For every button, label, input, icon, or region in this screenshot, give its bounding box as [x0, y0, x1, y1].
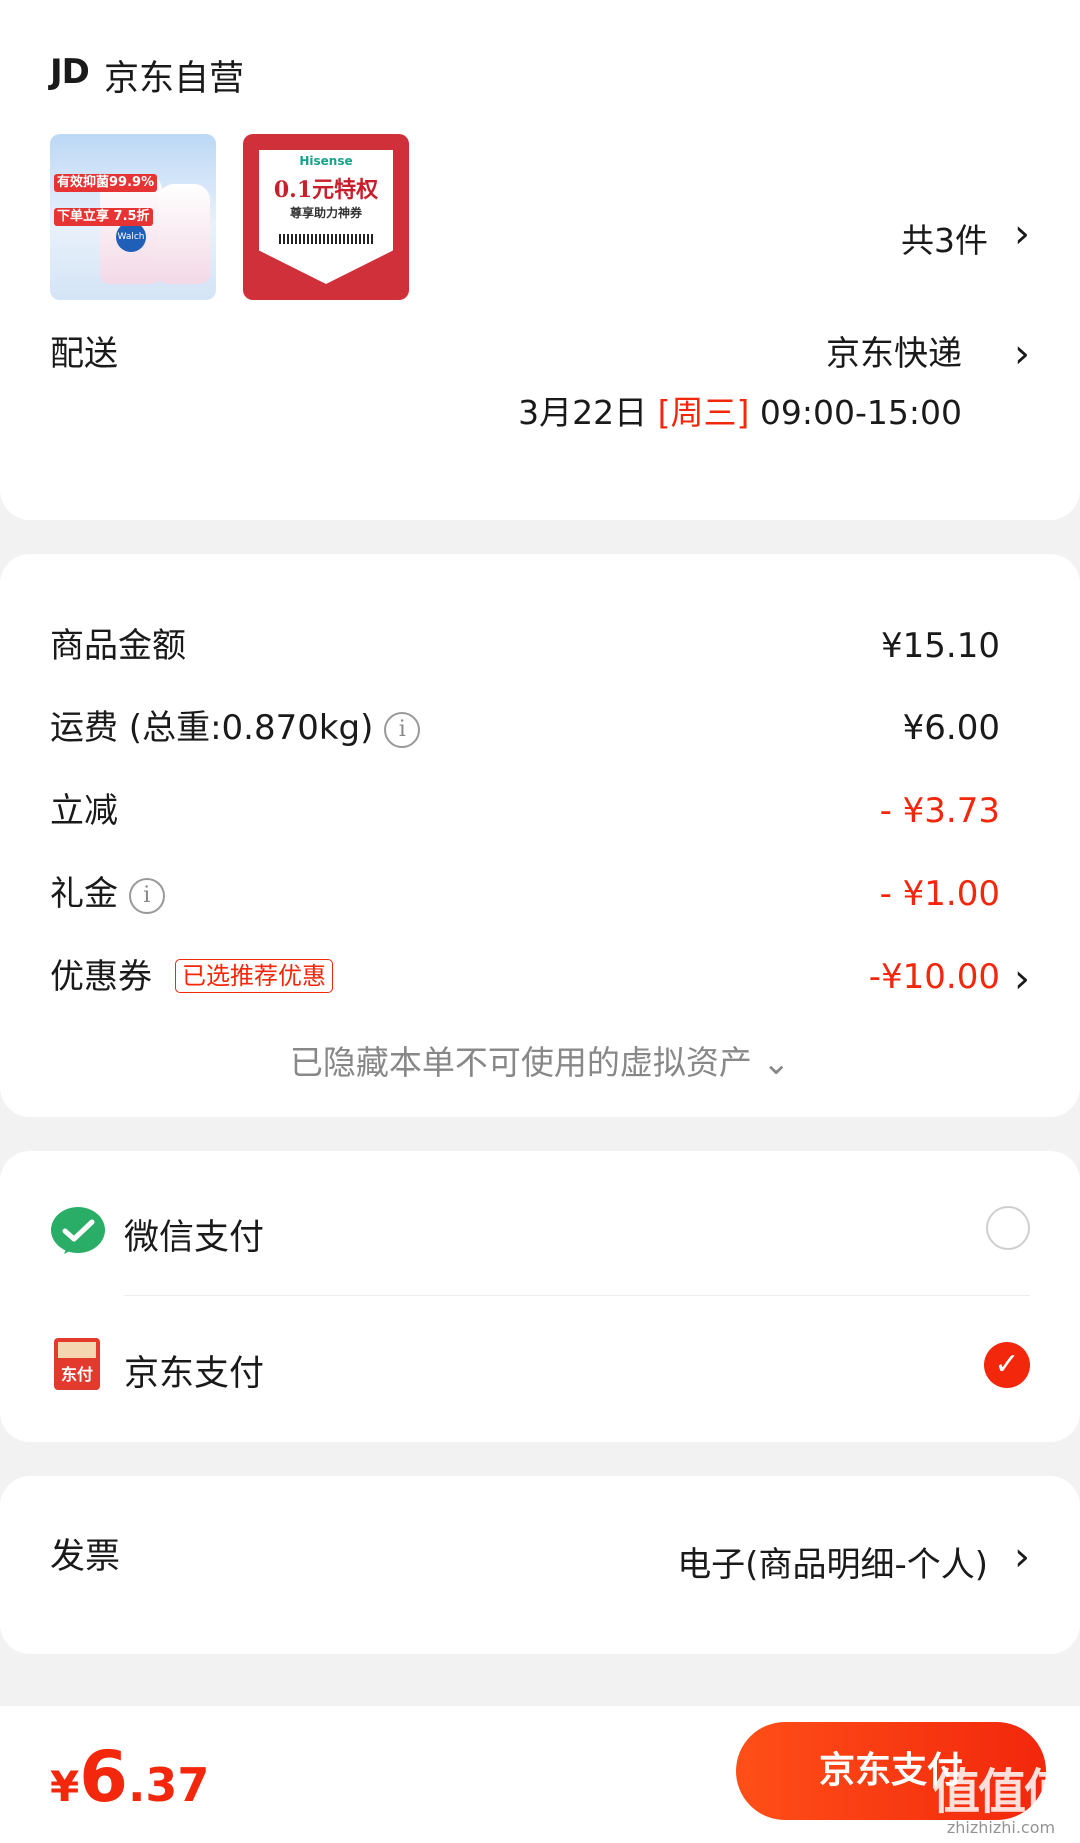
coupon-title: 0.1元特权: [273, 177, 379, 203]
delivery-time[interactable]: 3月22日 [周三] 09:00-15:00: [518, 386, 962, 434]
chevron-right-icon[interactable]: ›: [1014, 214, 1030, 254]
delivery-label: 配送: [50, 334, 118, 374]
coupon-subtitle: 尊享助力神券: [289, 206, 362, 220]
divider: [124, 1295, 1030, 1296]
currency-symbol: ¥: [50, 1762, 80, 1811]
watermark: 值值值 zhizhizhi.com: [931, 1764, 1072, 1837]
invoice-label: 发票: [50, 1537, 121, 1577]
product-thumbnail-coupon[interactable]: Hisense 0.1元特权 尊享助力神券: [243, 134, 409, 300]
goods-amount-value: ¥15.10: [881, 626, 1000, 666]
bottle-image: [158, 184, 210, 284]
barcode-graphic: [279, 234, 373, 244]
product-thumbnail-handwash[interactable]: Walch 有效抑菌99.9% 下单立享 7.5折: [50, 134, 216, 300]
total-decimal: .37: [127, 1758, 210, 1812]
coupon-brand: Hisense: [299, 154, 353, 168]
store-name: 京东自营: [104, 59, 245, 99]
jd-pay-icon: 东付: [54, 1338, 100, 1390]
wechat-pay-radio[interactable]: [986, 1206, 1030, 1250]
coupon-selected-tag: 已选推荐优惠: [175, 959, 333, 993]
jd-pay-label[interactable]: 京东支付: [124, 1345, 264, 1396]
freight-value: ¥6.00: [902, 708, 1000, 748]
hidden-assets-toggle[interactable]: 已隐藏本单不可使用的虚拟资产 ⌄: [0, 1036, 1080, 1084]
goods-amount-label: 商品金额: [50, 626, 186, 666]
chevron-right-icon[interactable]: ›: [1014, 334, 1030, 374]
gift-value: - ¥1.00: [879, 874, 1000, 914]
freight-label: 运费 (总重:0.870kg): [50, 708, 374, 748]
jd-logo: JD: [50, 52, 90, 92]
item-count[interactable]: 共3件: [901, 214, 988, 262]
checkout-bar: ¥6.37 京东支付 值值值 zhizhizhi.com: [0, 1706, 1080, 1843]
chevron-right-icon[interactable]: ›: [1014, 959, 1030, 999]
delivery-date: 3月22日: [518, 393, 648, 432]
discount-label: 立减: [50, 791, 118, 831]
coupon-label: 优惠券: [50, 957, 152, 997]
invoice-card[interactable]: 发票 电子(商品明细-个人) ›: [0, 1476, 1080, 1654]
info-icon[interactable]: i: [384, 711, 421, 748]
wechat-pay-label[interactable]: 微信支付: [124, 1209, 264, 1260]
chevron-right-icon[interactable]: ›: [1014, 1537, 1030, 1577]
total-integer: 6: [79, 1736, 128, 1818]
promo-badge: 有效抑菌99.9%: [54, 174, 158, 192]
gift-row: 礼金 i: [50, 874, 165, 914]
payment-card: 微信支付 东付 京东支付 ✓: [0, 1151, 1080, 1442]
info-icon[interactable]: i: [128, 877, 165, 914]
gift-label: 礼金: [50, 874, 118, 914]
wechat-pay-icon: [51, 1207, 105, 1254]
jd-pay-icon-text: 东付: [61, 1365, 93, 1384]
delivery-window: 09:00-15:00: [759, 393, 962, 432]
delivery-method[interactable]: 京东快递: [826, 334, 962, 374]
price-card: 商品金额 ¥15.10 运费 (总重:0.870kg) i ¥6.00 立减 -…: [0, 554, 1080, 1117]
freight-row: 运费 (总重:0.870kg) i: [50, 708, 421, 748]
brand-badge: Walch: [116, 222, 146, 252]
delivery-weekday: [周三]: [657, 393, 750, 432]
promo-badge: 下单立享 7.5折: [54, 208, 153, 226]
order-total: ¥6.37: [50, 1736, 209, 1818]
coupon-value[interactable]: -¥10.00: [869, 957, 1000, 997]
watermark-logo: 值值值: [931, 1764, 1072, 1820]
store-card: JD 京东自营 Walch 有效抑菌99.9% 下单立享 7.5折 Hisens…: [0, 0, 1080, 520]
jd-pay-radio-checked[interactable]: ✓: [984, 1342, 1030, 1388]
invoice-value[interactable]: 电子(商品明细-个人): [677, 1537, 988, 1586]
discount-value: - ¥3.73: [879, 791, 1000, 831]
watermark-url: zhizhizhi.com: [946, 1818, 1056, 1837]
